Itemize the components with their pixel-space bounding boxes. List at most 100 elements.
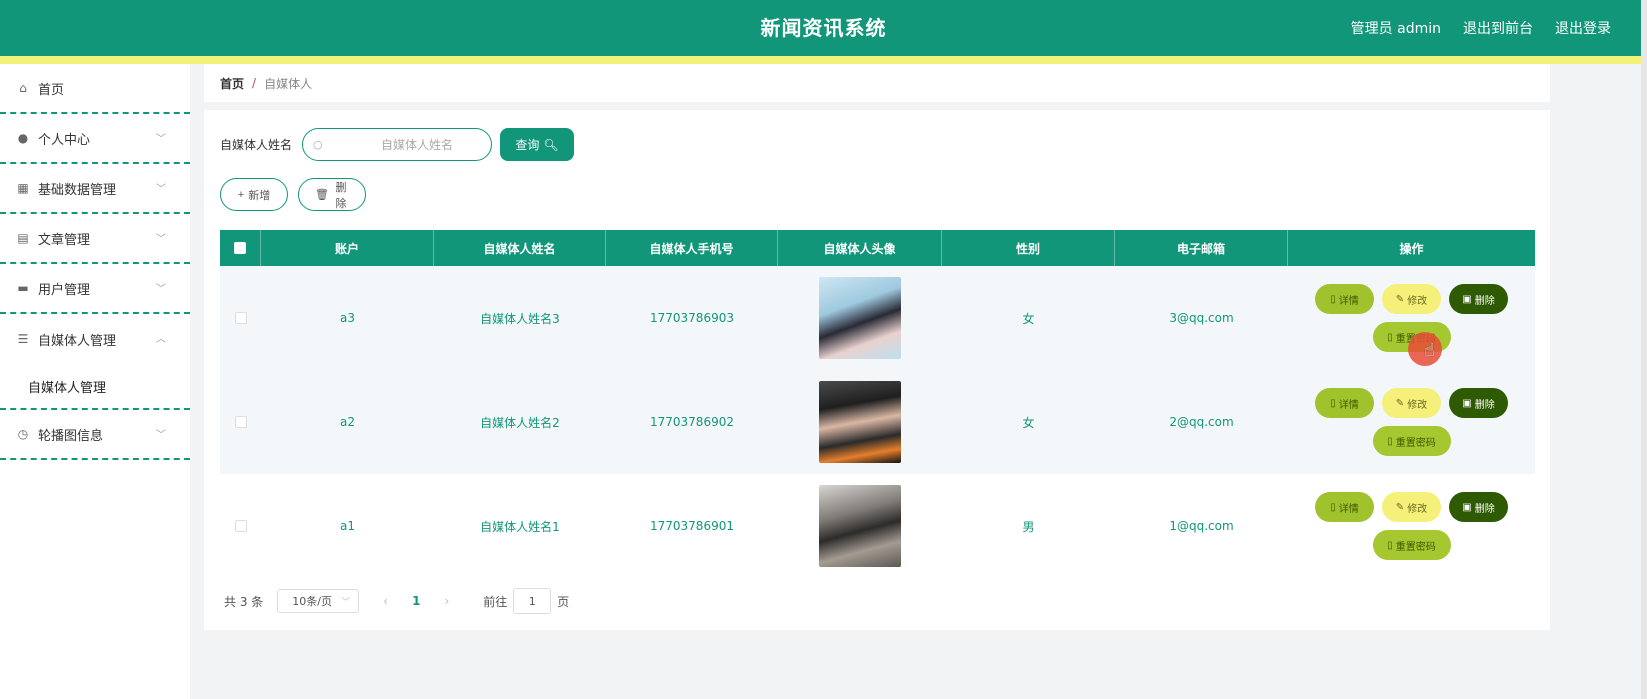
- sidebar-item-carousel[interactable]: ◷ 轮播图信息 ﹀: [0, 410, 190, 460]
- delete-label: 删除: [1474, 399, 1495, 411]
- column-header: 账户: [261, 230, 434, 266]
- sidebar-item-label: 用户管理: [38, 282, 91, 298]
- edit-button[interactable]: ✎ 修改: [1382, 492, 1441, 522]
- to-front-link[interactable]: 退出到前台: [1463, 18, 1533, 38]
- edit-label: 修改: [1407, 295, 1428, 307]
- sidebar-item-label: 首页: [38, 82, 65, 98]
- action-row: + 新增 🗑︎ 删除: [220, 178, 366, 211]
- chevron-down-icon: ﹀: [156, 134, 166, 145]
- top-links: 管理员 admin 退出到前台 退出登录: [1351, 0, 1611, 56]
- chevron-down-icon: ﹀: [156, 184, 166, 195]
- row-actions: ▯详情 ✎修改 ▣删除 ▯重置密码: [1312, 492, 1512, 560]
- sidebar-item-label: 自媒体人管理: [38, 333, 117, 349]
- row-checkbox[interactable]: [234, 416, 247, 428]
- select-all-cell: [220, 230, 261, 266]
- page-scrollbar[interactable]: [1641, 0, 1647, 699]
- user-icon: ●: [17, 131, 29, 145]
- search-field: ○: [302, 128, 493, 161]
- cell-name: 自媒体人姓名2: [480, 415, 560, 430]
- cell-email: 2@qq.com: [1169, 415, 1234, 429]
- page-number[interactable]: 1: [412, 594, 420, 608]
- doc-icon: ▯: [1387, 435, 1393, 447]
- delete-button[interactable]: ▣ 删除: [1449, 388, 1508, 418]
- cell-name: 自媒体人姓名3: [480, 311, 560, 326]
- pencil-icon: ✎: [1395, 501, 1405, 513]
- doc-icon: ▯: [1330, 501, 1336, 513]
- sidebar-item-label: 个人中心: [38, 132, 91, 148]
- row-checkbox[interactable]: [234, 312, 247, 324]
- row-actions: ▯详情 ✎修改 ▣删除 ▯重置密码: [1312, 388, 1512, 456]
- table-header: 账户 自媒体人姓名 自媒体人手机号 自媒体人头像 性别 电子邮箱 操作: [220, 230, 1535, 266]
- query-button[interactable]: 查询 🔍︎: [500, 128, 575, 161]
- media-table: 账户 自媒体人姓名 自媒体人手机号 自媒体人头像 性别 电子邮箱 操作 a3 自…: [220, 230, 1535, 578]
- sidebar-item-media[interactable]: ☰ 自媒体人管理 ︿: [0, 314, 190, 364]
- reset-password-button[interactable]: ▯重置密码: [1372, 530, 1451, 560]
- chevron-down-icon: ﹀: [156, 234, 166, 245]
- detail-button[interactable]: ▯ 详情: [1315, 388, 1374, 418]
- page-size-select[interactable]: 10条/页 ﹀: [277, 589, 360, 613]
- row-checkbox[interactable]: [234, 520, 247, 532]
- admin-label[interactable]: 管理员 admin: [1351, 18, 1441, 38]
- edit-button[interactable]: ✎ 修改: [1382, 284, 1441, 314]
- chevron-up-icon: ︿: [156, 334, 166, 345]
- edit-button[interactable]: ✎ 修改: [1382, 388, 1441, 418]
- column-header: 自媒体人手机号: [606, 230, 778, 266]
- clock-icon: ◷: [17, 427, 29, 441]
- logout-link[interactable]: 退出登录: [1555, 18, 1611, 38]
- page-unit: 页: [557, 594, 570, 609]
- cell-email: 1@qq.com: [1169, 519, 1234, 533]
- search-input[interactable]: [303, 129, 492, 160]
- prev-page-icon[interactable]: ‹: [383, 594, 388, 608]
- cell-gender: 女: [1022, 415, 1035, 430]
- breadcrumb-home[interactable]: 首页: [220, 75, 244, 92]
- pagination: 共 3 条 10条/页 ﹀ ‹ 1 › 前往 1 页: [224, 588, 569, 614]
- select-all-checkbox[interactable]: [234, 242, 246, 254]
- delete-button[interactable]: ▣ 删除: [1449, 492, 1508, 522]
- doc-icon: ▯: [1387, 331, 1393, 343]
- main-content: 自媒体人姓名 ○ 查询 🔍︎ + 新增 🗑︎ 删除 账户 自媒体人姓名 自媒体人…: [204, 110, 1550, 630]
- clipboard-icon: ▤: [17, 231, 29, 245]
- jump-label: 前往: [483, 594, 508, 609]
- delete-label: 删除: [1474, 295, 1495, 307]
- cell-gender: 女: [1022, 311, 1035, 326]
- batch-delete-button[interactable]: 🗑︎ 删除: [298, 178, 366, 211]
- query-button-label: 查询: [515, 138, 540, 152]
- pencil-icon: ✎: [1395, 293, 1405, 305]
- breadcrumb-current: 自媒体人: [264, 76, 313, 91]
- sidebar-item-base-data[interactable]: ▦ 基础数据管理 ﹀: [0, 164, 190, 214]
- sidebar-subitem-media[interactable]: 自媒体人管理: [0, 364, 190, 410]
- page-size-value: 10条/页: [292, 595, 332, 608]
- sidebar-item-users[interactable]: ▬ 用户管理 ﹀: [0, 264, 190, 314]
- trash-icon: ▣: [1462, 501, 1472, 513]
- sidebar-item-home[interactable]: ⌂ 首页: [0, 64, 190, 114]
- delete-button[interactable]: ▣ 删除: [1449, 284, 1508, 314]
- cell-account: a1: [340, 519, 355, 533]
- chevron-down-icon: ﹀: [156, 430, 166, 441]
- next-page-icon[interactable]: ›: [444, 594, 449, 608]
- cell-account: a3: [340, 311, 355, 325]
- edit-label: 修改: [1407, 399, 1428, 411]
- avatar: [819, 277, 901, 359]
- detail-button[interactable]: ▯ 详情: [1315, 492, 1374, 522]
- jump-page-input[interactable]: 1: [513, 588, 552, 614]
- column-header: 操作: [1399, 241, 1424, 256]
- sidebar: ⌂ 首页 ● 个人中心 ﹀ ▦ 基础数据管理 ﹀ ▤ 文章管理 ﹀ ▬ 用户管理…: [0, 64, 190, 699]
- cell-phone: 17703786902: [650, 415, 734, 429]
- sidebar-item-label: 轮播图信息: [38, 428, 104, 444]
- add-button[interactable]: + 新增: [220, 178, 288, 211]
- list-icon: ☰: [17, 332, 29, 346]
- column-header: 自媒体人头像: [778, 230, 942, 266]
- reset-password-button[interactable]: ▯重置密码: [1372, 426, 1451, 456]
- cell-name: 自媒体人姓名1: [480, 519, 560, 534]
- search-icon: ○: [313, 138, 323, 151]
- cell-gender: 男: [1022, 519, 1035, 534]
- delete-button-label: 删除: [335, 181, 347, 210]
- trash-icon: ▣: [1462, 397, 1472, 409]
- detail-button[interactable]: ▯ 详情: [1315, 284, 1374, 314]
- breadcrumb: 首页 / 自媒体人: [204, 64, 1550, 102]
- pagination-total: 共 3 条: [224, 594, 264, 609]
- detail-label: 详情: [1338, 503, 1359, 515]
- sidebar-item-personal[interactable]: ● 个人中心 ﹀: [0, 114, 190, 164]
- doc-icon: ▯: [1330, 397, 1336, 409]
- sidebar-item-articles[interactable]: ▤ 文章管理 ﹀: [0, 214, 190, 264]
